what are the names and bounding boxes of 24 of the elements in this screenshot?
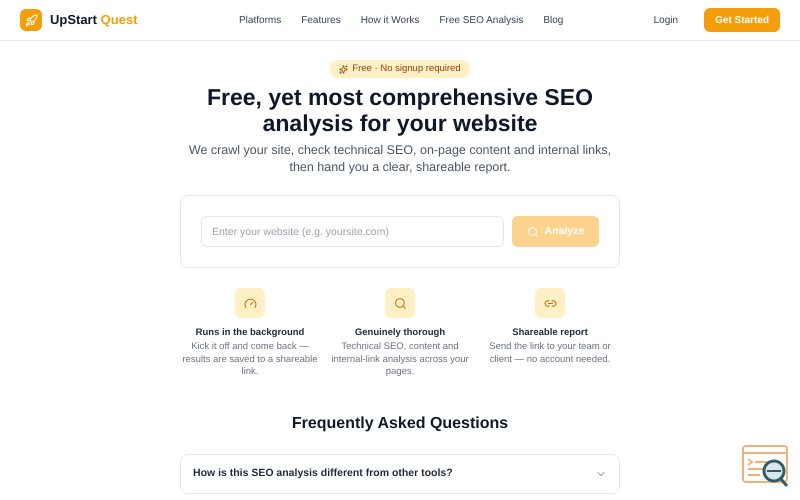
faq-title: Frequently Asked Questions [292,414,508,434]
brand-name: UpStart Quest [50,11,138,30]
feature-title: Genuinely thorough [354,326,446,340]
search-icon [526,226,539,238]
nav-link[interactable]: How it Works [360,12,420,28]
sparkle-icon [339,64,348,74]
feature-description: Kick it off and come back — results are saved to a shareable link. [181,341,319,379]
feature-description: Send the link to your team or client — no account needed. [488,341,612,366]
feature-title: Runs in the background [196,326,304,340]
nav-link[interactable]: Blog [543,12,564,28]
gauge-icon [235,288,265,318]
nav-link[interactable]: Free SEO Analysis [439,12,524,28]
feature-title: Shareable report [512,326,588,340]
hero-title: Free, yet most comprehensive SEO analysis for your website [206,84,594,136]
nav-link[interactable]: Platforms [239,12,282,28]
rocket-logo-icon [20,9,42,31]
hero-subtitle: We crawl your site, check technical SEO, on-page content and internal links, then hand you a clear, shareable report. [188,142,612,176]
faq-item[interactable]: How is this SEO analysis different from other tools? [180,454,620,494]
nav-link[interactable]: Features [301,12,341,28]
search-icon [385,288,415,318]
login-link[interactable]: Login [654,12,678,28]
link-icon [535,288,565,318]
free-badge: Free · No signup required [330,60,470,78]
feature-description: Technical SEO, content and internal-link analysis across your pages. [330,341,470,379]
